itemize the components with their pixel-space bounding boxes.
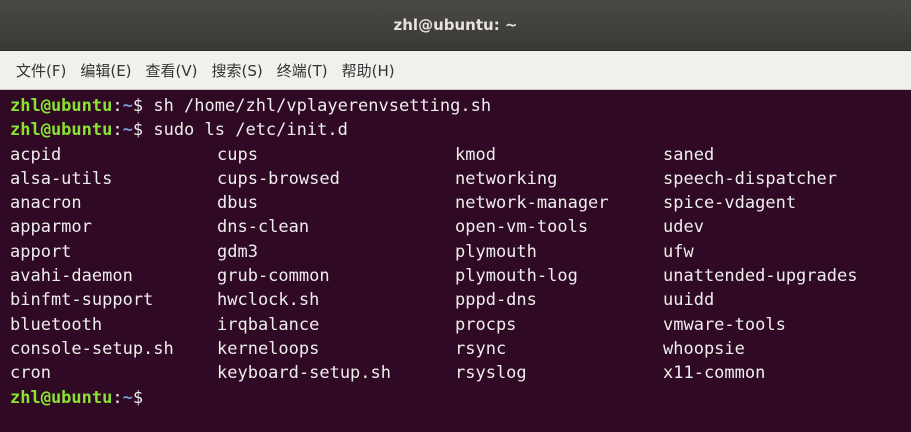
terminal-window: zhl@ubuntu: ~ 文件(F) 编辑(E) 查看(V) 搜索(S) 终端… (0, 0, 911, 432)
ls-entry: networking (455, 168, 558, 189)
command-line: zhl@ubuntu:~$ sh /home/zhl/vplayerenvset… (10, 94, 901, 118)
current-prompt-line: zhl@ubuntu:~$ (10, 386, 901, 410)
ls-entry: plymouth (455, 241, 537, 262)
ls-entry: whoopsie (663, 338, 745, 359)
menu-help[interactable]: 帮助(H) (342, 60, 395, 81)
title-bar[interactable]: zhl@ubuntu: ~ (0, 0, 911, 51)
ls-entry: x11-common (663, 363, 766, 384)
ls-entry: gdm3 (217, 241, 258, 262)
ls-entry: network-manager (455, 193, 609, 214)
menu-view[interactable]: 查看(V) (146, 60, 198, 81)
ls-entry: kmod (455, 144, 496, 165)
prompt-separator: : (112, 387, 123, 408)
ls-entry: cups-browsed (217, 168, 340, 189)
ls-entry: hwclock.sh (217, 290, 320, 311)
ls-entry: kerneloops (217, 338, 320, 359)
ls-entry: keyboard-setup.sh (217, 363, 391, 384)
ls-entry: bluetooth (10, 314, 103, 335)
prompt-separator: : (112, 96, 123, 116)
menu-file[interactable]: 文件(F) (16, 60, 66, 81)
command-line: zhl@ubuntu:~$ sudo ls /etc/init.d (10, 118, 901, 142)
command-text: sh /home/zhl/vplayerenvsetting.sh (143, 96, 492, 116)
ls-entry: apport (10, 241, 72, 262)
ls-entry: binfmt-support (10, 290, 154, 311)
prompt-user: zhl@ubuntu (10, 120, 113, 141)
ls-entry: anacron (10, 193, 82, 214)
ls-entry: alsa-utils (10, 168, 113, 189)
ls-entry: vmware-tools (663, 314, 786, 335)
prompt-symbol: $ (132, 96, 144, 116)
ls-entry: unattended-upgrades (663, 266, 858, 287)
ls-entry: spice-vdagent (663, 193, 797, 214)
prompt-user: zhl@ubuntu (10, 96, 113, 116)
ls-entry: rsyslog (455, 363, 527, 384)
ls-entry: ufw (663, 241, 694, 262)
ls-entry: cron (10, 363, 51, 384)
ls-entry: console-setup.sh (10, 338, 174, 359)
ls-entry: acpid (10, 144, 62, 165)
ls-output: acpid cups kmod saned alsa-utils cups-br… (10, 143, 901, 386)
ls-entry: saned (663, 144, 715, 165)
prompt-user: zhl@ubuntu (10, 387, 113, 408)
ls-entry: speech-dispatcher (663, 168, 837, 189)
ls-entry: dns-clean (217, 217, 310, 238)
ls-entry: udev (663, 217, 704, 238)
prompt-separator: : (112, 120, 123, 141)
menu-bar: 文件(F) 编辑(E) 查看(V) 搜索(S) 终端(T) 帮助(H) (0, 51, 911, 90)
ls-entry: plymouth-log (455, 266, 578, 287)
menu-edit[interactable]: 编辑(E) (80, 60, 131, 81)
ls-entry: pppd-dns (455, 290, 537, 311)
ls-entry: procps (455, 314, 517, 335)
prompt-path: ~ (122, 96, 133, 116)
window-title: zhl@ubuntu: ~ (393, 16, 518, 34)
ls-entry: apparmor (10, 217, 92, 238)
prompt-symbol: $ (132, 387, 144, 408)
ls-entry: avahi-daemon (10, 266, 133, 287)
menu-terminal[interactable]: 终端(T) (277, 60, 328, 81)
prompt-path: ~ (122, 387, 133, 408)
ls-entry: rsync (455, 338, 507, 359)
ls-entry: irqbalance (217, 314, 320, 335)
prompt-symbol: $ (132, 120, 144, 141)
menu-search[interactable]: 搜索(S) (212, 60, 263, 81)
ls-entry: grub-common (217, 266, 330, 287)
ls-entry: cups (217, 144, 258, 165)
ls-entry: open-vm-tools (455, 217, 589, 238)
ls-entry: uuidd (663, 290, 715, 311)
command-text: sudo ls /etc/init.d (143, 120, 348, 141)
prompt-path: ~ (122, 120, 133, 141)
terminal-content[interactable]: zhl@ubuntu:~$ sh /home/zhl/vplayerenvset… (0, 90, 911, 432)
ls-entry: dbus (217, 193, 258, 214)
